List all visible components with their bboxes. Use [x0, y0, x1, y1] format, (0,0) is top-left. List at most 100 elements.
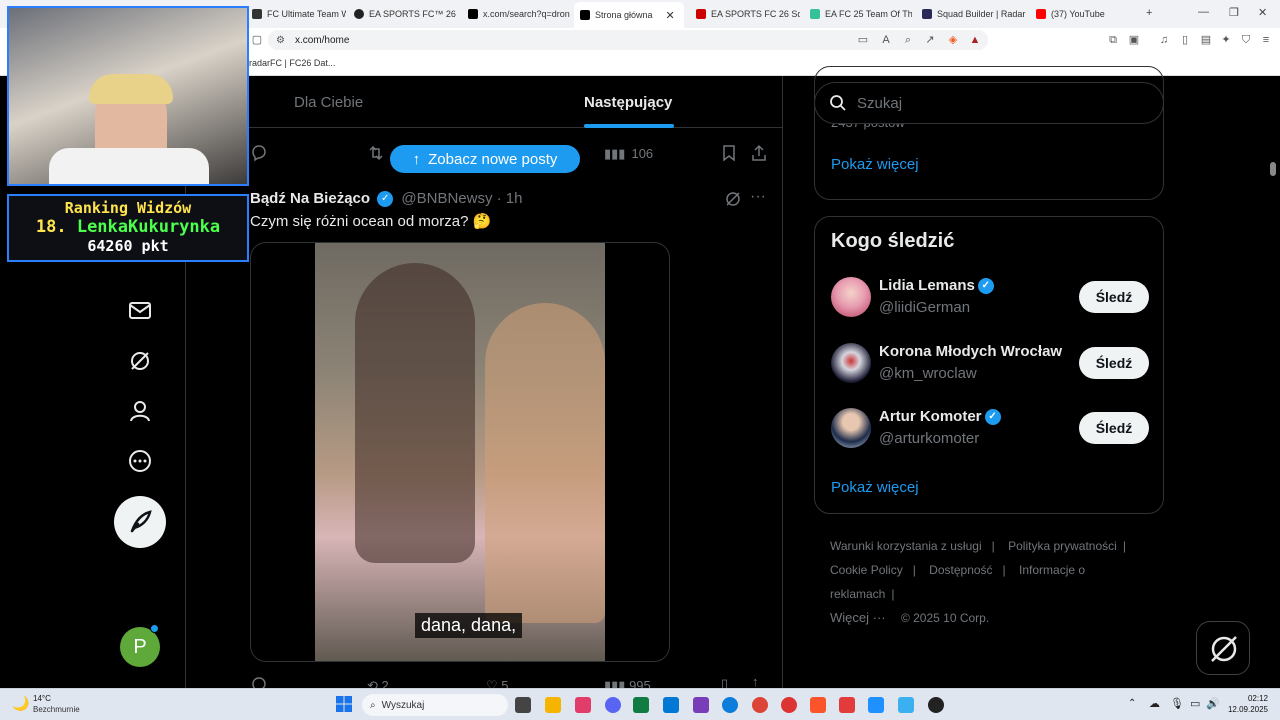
compose-post-button[interactable]	[114, 496, 166, 548]
follow-button[interactable]: Śledź	[1079, 281, 1149, 313]
grok-explain-icon[interactable]	[724, 190, 742, 208]
task-view-icon[interactable]	[515, 697, 531, 713]
views-button[interactable]: ▮▮▮ 995	[604, 678, 651, 688]
follow-suggestion[interactable]: Korona Młodych Wrocław @km_wroclaw Śledź	[831, 341, 1149, 385]
account-avatar[interactable]: P	[120, 627, 160, 667]
microphone-icon[interactable]: 🎙	[1170, 697, 1184, 710]
browser-tab[interactable]: FC Ultimate Team Web	[246, 4, 346, 24]
clock-date[interactable]: 12.09.2025	[1220, 705, 1268, 714]
maximize-icon[interactable]: ❐	[1229, 6, 1239, 19]
weather-desc[interactable]: Bezchmurnie	[33, 705, 80, 714]
volume-icon[interactable]: 🔊	[1206, 697, 1220, 710]
site-info-icon[interactable]: ⚙	[276, 35, 285, 46]
vscode-icon[interactable]	[663, 697, 679, 713]
brave-rewards-icon[interactable]: ▲	[968, 33, 982, 47]
cast-icon[interactable]: ▭	[856, 33, 870, 47]
browser-tab[interactable]: EA FC 25 Team Of The	[804, 4, 912, 24]
brave-shield-icon[interactable]: ◈	[946, 33, 960, 47]
browser-tab-active[interactable]: Strona główna ✕	[574, 2, 684, 28]
weather-temp[interactable]: 14°C	[33, 694, 51, 703]
share-post-icon[interactable]: ↑	[752, 674, 759, 688]
footer-link-terms[interactable]: Warunki korzystania z usługi	[830, 539, 982, 553]
share-post-icon[interactable]	[750, 144, 768, 162]
taskbar-search[interactable]: ⌕ Wyszukaj	[362, 694, 508, 716]
bookmark-post-icon[interactable]	[720, 144, 738, 162]
share-icon[interactable]: ↗	[923, 33, 937, 47]
tab-label: EA FC 25 Team Of The	[825, 9, 912, 19]
follow-suggestion[interactable]: Artur Komoter ✓ @arturkomoter Śledź	[831, 406, 1149, 450]
footer-more-button[interactable]: Więcej ···	[830, 610, 886, 625]
footer-link-cookies[interactable]: Cookie Policy	[830, 563, 903, 577]
wallet-icon[interactable]: ▤	[1199, 33, 1213, 47]
browser-tab[interactable]: (37) YouTube	[1030, 4, 1130, 24]
chrome-icon[interactable]	[752, 697, 768, 713]
media-icon[interactable]: ♫	[1157, 33, 1171, 47]
close-window-icon[interactable]: ✕	[1258, 6, 1267, 19]
footer-link-accessibility[interactable]: Dostępność	[929, 563, 992, 577]
obs-icon[interactable]	[928, 697, 944, 713]
discord-icon[interactable]	[605, 697, 621, 713]
file-explorer-icon[interactable]	[545, 697, 561, 713]
grok-icon[interactable]	[126, 347, 154, 375]
tab-for-you[interactable]: Dla Ciebie	[294, 94, 363, 111]
browser-tab[interactable]: EA SPORTS FC™ 26 | S	[348, 4, 458, 24]
tab-search-icon[interactable]: ▣	[1127, 33, 1141, 47]
vpn-icon[interactable]: ⛉	[1239, 33, 1253, 47]
footer-link-privacy[interactable]: Polityka prywatności	[1008, 539, 1117, 553]
start-button[interactable]	[336, 696, 352, 712]
minimize-icon[interactable]: —	[1198, 6, 1209, 18]
follow-button[interactable]: Śledź	[1079, 347, 1149, 379]
tweet-time[interactable]: · 1h	[497, 190, 523, 207]
zoom-icon[interactable]: ⌕	[901, 33, 915, 47]
bookmark-post-icon[interactable]: ▯	[721, 676, 728, 688]
bookmark-icon[interactable]: ▢	[250, 33, 264, 47]
follow-suggestion[interactable]: Lidia Lemans ✓ @liidiGerman Śledź	[831, 275, 1149, 319]
vivaldi-icon[interactable]	[839, 697, 855, 713]
tray-chevron-icon[interactable]: ⌃	[1128, 698, 1136, 709]
app-icon[interactable]	[868, 697, 884, 713]
reply-icon[interactable]	[250, 144, 268, 162]
translate-icon[interactable]: A	[879, 33, 893, 47]
messages-icon[interactable]	[126, 296, 154, 324]
profile-icon[interactable]	[126, 397, 154, 425]
show-new-posts-button[interactable]: ↑ Zobacz nowe posty	[390, 145, 580, 173]
sidebar-icon[interactable]: ▯	[1178, 33, 1192, 47]
clock-time[interactable]: 02:12	[1220, 694, 1268, 703]
display-icon[interactable]: ▭	[1190, 697, 1200, 710]
app-icon[interactable]	[575, 697, 591, 713]
opera-icon[interactable]	[781, 697, 797, 713]
reply-icon[interactable]	[250, 676, 268, 688]
more-icon[interactable]	[126, 447, 154, 475]
close-tab-icon[interactable]: ✕	[666, 9, 675, 22]
tweet-video[interactable]: dana, dana,	[250, 242, 670, 662]
tab-following[interactable]: Następujący	[584, 94, 672, 111]
app-icon[interactable]	[693, 697, 709, 713]
page-scrollbar[interactable]	[1270, 162, 1276, 176]
excel-icon[interactable]	[633, 697, 649, 713]
more-options-icon[interactable]: ···	[750, 188, 766, 206]
grok-floating-button[interactable]	[1196, 621, 1250, 675]
brave-icon[interactable]	[810, 697, 826, 713]
follow-button[interactable]: Śledź	[1079, 412, 1149, 444]
like-button[interactable]: ♡ 5	[486, 678, 509, 688]
views-icon: ▮▮▮	[604, 146, 626, 161]
onedrive-icon[interactable]: ☁	[1149, 697, 1160, 710]
app-icon[interactable]	[898, 697, 914, 713]
show-more-follow-link[interactable]: Pokaż więcej	[831, 479, 919, 496]
leo-ai-icon[interactable]: ✦	[1219, 33, 1233, 47]
repost-button[interactable]: ⟲ 2	[367, 678, 389, 688]
menu-icon[interactable]: ≡	[1259, 33, 1273, 47]
tweet-handle[interactable]: @BNBNewsy	[401, 190, 492, 207]
views-button[interactable]: ▮▮▮ 106	[604, 146, 653, 162]
show-more-trends-link[interactable]: Pokaż więcej	[831, 156, 919, 173]
new-tab-button[interactable]: +	[1146, 7, 1152, 19]
tweet-author-name[interactable]: Bądź Na Bieżąco	[250, 190, 370, 207]
edge-icon[interactable]	[722, 697, 738, 713]
browser-tab[interactable]: EA SPORTS FC 26 Squa	[690, 4, 800, 24]
repost-icon[interactable]	[367, 144, 385, 162]
browser-tab[interactable]: Squad Builder | Radar	[916, 4, 1026, 24]
bookmark-item[interactable]: radarFC | FC26 Dat...	[249, 58, 335, 68]
search-input[interactable]: Szukaj	[814, 82, 1164, 124]
browser-tab[interactable]: x.com/search?q=dron	[462, 4, 570, 24]
extensions-icon[interactable]: ⧉	[1106, 33, 1120, 47]
